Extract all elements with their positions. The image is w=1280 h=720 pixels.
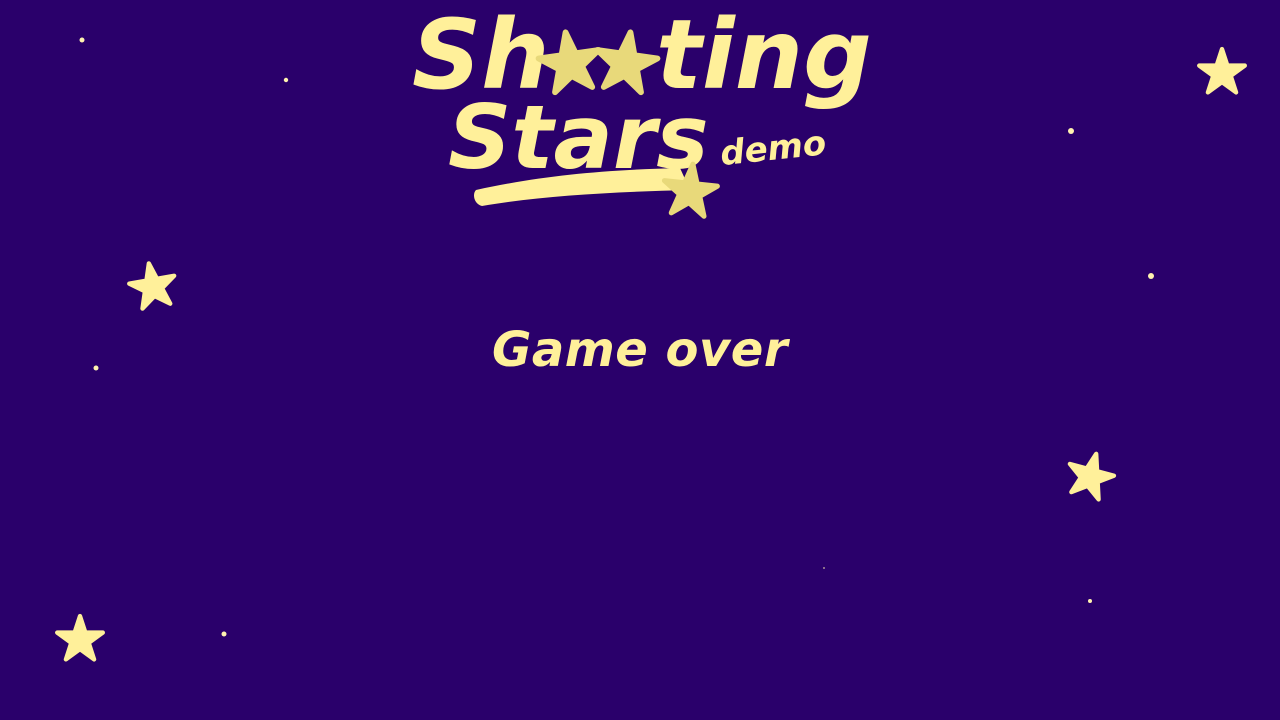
sparkle-dot	[221, 631, 227, 637]
sparkle-dot	[79, 37, 85, 43]
star-icon	[126, 259, 178, 310]
star-icon	[592, 28, 660, 94]
sparkle-dot	[1088, 599, 1092, 603]
star-icon	[57, 616, 103, 659]
game-logo: Sh ting Stars demo	[412, 0, 872, 217]
logo-demo-tag: demo	[718, 123, 828, 174]
logo-line2: Stars	[448, 86, 709, 189]
sparkle-dot	[283, 77, 289, 83]
svg-text:demo: demo	[718, 123, 828, 174]
star-icon	[1199, 49, 1245, 92]
star-icon	[1063, 448, 1118, 502]
sparkle-dot	[823, 567, 825, 569]
game-over-message: Game over	[491, 322, 789, 378]
svg-text:Stars: Stars	[448, 86, 709, 189]
sparkle-dot	[1148, 273, 1154, 279]
sparkle-dot	[1068, 128, 1074, 134]
